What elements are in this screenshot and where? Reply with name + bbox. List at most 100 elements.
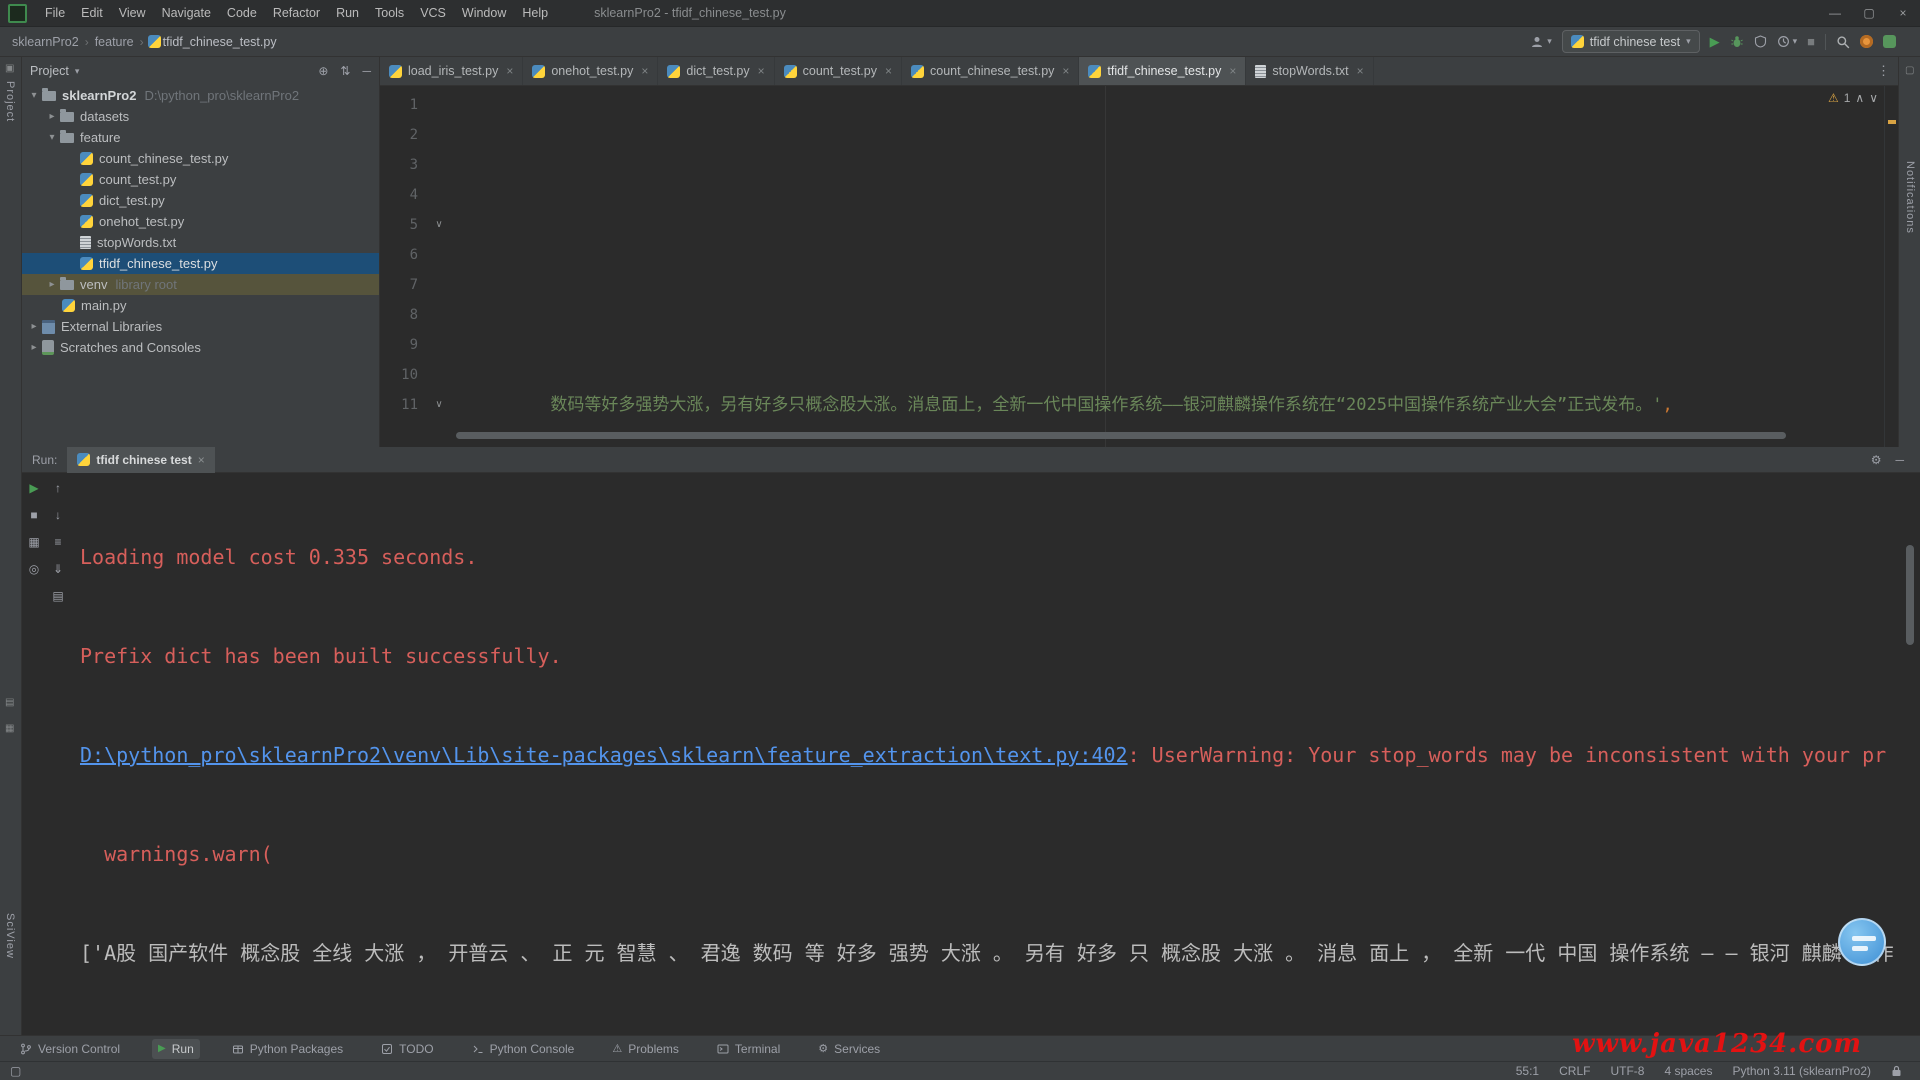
- layers-icon[interactable]: ▦: [5, 723, 14, 734]
- toolwindow-run[interactable]: ▶ Run: [152, 1039, 200, 1059]
- up-stack-trace-icon[interactable]: ↑: [55, 481, 61, 495]
- toolwindow-python-console[interactable]: Python Console: [466, 1039, 581, 1059]
- pin-tab-icon[interactable]: ◎: [29, 562, 39, 576]
- breadcrumb-folder[interactable]: feature: [93, 35, 136, 49]
- tab-stopwords[interactable]: stopWords.txt ×: [1246, 57, 1373, 85]
- updates-icon[interactable]: [1860, 35, 1873, 48]
- prev-warning-icon[interactable]: ∧: [1855, 91, 1864, 105]
- tree-item-dict-test[interactable]: dict_test.py: [22, 190, 379, 211]
- next-warning-icon[interactable]: ∨: [1869, 91, 1878, 105]
- maximize-button[interactable]: ▢: [1852, 6, 1886, 20]
- print-icon[interactable]: ▤: [52, 589, 63, 603]
- tree-item-venv[interactable]: ▸ venv library root: [22, 274, 379, 295]
- file-link[interactable]: D:\python_pro\sklearnPro2\venv\Lib\site-…: [80, 743, 1128, 767]
- close-icon[interactable]: ×: [1357, 64, 1364, 78]
- menu-file[interactable]: File: [37, 6, 73, 20]
- tree-item-onehot-test[interactable]: onehot_test.py: [22, 211, 379, 232]
- breadcrumb-project[interactable]: sklearnPro2: [10, 35, 81, 49]
- settings-gear-icon[interactable]: ⚙: [1871, 453, 1882, 467]
- plugin-icon[interactable]: [1883, 35, 1896, 48]
- notifications-strip-button[interactable]: Notifications: [1904, 161, 1916, 234]
- menu-run[interactable]: Run: [328, 6, 367, 20]
- locate-icon[interactable]: ⊕: [318, 64, 328, 78]
- line-separator[interactable]: CRLF: [1559, 1064, 1590, 1078]
- debug-button[interactable]: [1730, 35, 1744, 48]
- close-icon[interactable]: ×: [641, 64, 648, 78]
- soft-wrap-icon[interactable]: ≡: [54, 535, 61, 549]
- menu-vcs[interactable]: VCS: [412, 6, 454, 20]
- tab-count-test[interactable]: count_test.py ×: [775, 57, 902, 85]
- chevron-right-icon[interactable]: ▸: [44, 279, 60, 290]
- tree-item-tfidf-chinese-test[interactable]: tfidf_chinese_test.py: [22, 253, 379, 274]
- toolwindow-terminal[interactable]: Terminal: [711, 1039, 786, 1059]
- toolwindow-version-control[interactable]: Version Control: [14, 1039, 126, 1059]
- more-tabs-icon[interactable]: ⋮: [1869, 57, 1898, 85]
- chevron-down-icon[interactable]: ▾: [44, 132, 60, 143]
- down-stack-trace-icon[interactable]: ↓: [55, 508, 61, 522]
- console-output[interactable]: Loading model cost 0.335 seconds. Prefix…: [70, 473, 1920, 1035]
- tree-item-scratches[interactable]: ▸ Scratches and Consoles: [22, 337, 379, 358]
- file-encoding[interactable]: UTF-8: [1610, 1064, 1644, 1078]
- profiler-button[interactable]: ▾: [1777, 35, 1798, 48]
- menu-code[interactable]: Code: [219, 6, 265, 20]
- chevron-right-icon[interactable]: ▸: [26, 321, 42, 332]
- menu-view[interactable]: View: [111, 6, 154, 20]
- tab-tfidf-chinese-test[interactable]: tfidf_chinese_test.py ×: [1079, 57, 1246, 85]
- code-with-me-button[interactable]: ▾: [1530, 35, 1552, 49]
- bookmark-icon[interactable]: ▤: [5, 697, 14, 708]
- search-everywhere-button[interactable]: [1836, 35, 1850, 49]
- chevron-right-icon[interactable]: ▸: [44, 111, 60, 122]
- lock-icon[interactable]: [1891, 1065, 1902, 1077]
- menu-help[interactable]: Help: [514, 6, 556, 20]
- bell-icon[interactable]: ▢: [1905, 65, 1914, 76]
- status-corner-icon[interactable]: ▢: [10, 1064, 21, 1078]
- project-strip-button[interactable]: Project: [4, 81, 16, 122]
- tab-dict-test[interactable]: dict_test.py ×: [658, 57, 774, 85]
- python-interpreter[interactable]: Python 3.11 (sklearnPro2): [1732, 1064, 1871, 1078]
- run-button[interactable]: ▶: [1710, 35, 1720, 49]
- close-icon[interactable]: ×: [1062, 64, 1069, 78]
- minimize-button[interactable]: —: [1818, 6, 1852, 20]
- close-icon[interactable]: ×: [1229, 64, 1236, 78]
- tree-item-main[interactable]: main.py: [22, 295, 379, 316]
- warning-stripe-mark[interactable]: [1888, 120, 1896, 124]
- chevron-right-icon[interactable]: ▸: [26, 342, 42, 353]
- fold-marker-icon[interactable]: ∨: [433, 390, 445, 420]
- menu-edit[interactable]: Edit: [73, 6, 111, 20]
- tree-item-stopwords[interactable]: stopWords.txt: [22, 232, 379, 253]
- hide-panel-icon[interactable]: ─: [1895, 453, 1904, 467]
- tab-load-iris-test[interactable]: load_iris_test.py ×: [380, 57, 523, 85]
- stop-button[interactable]: ■: [30, 508, 37, 522]
- tree-item-count-chinese-test[interactable]: count_chinese_test.py: [22, 148, 379, 169]
- coverage-button[interactable]: [1754, 35, 1767, 48]
- breadcrumb-file[interactable]: tfidf_chinese_test.py: [161, 35, 279, 49]
- tree-item-count-test[interactable]: count_test.py: [22, 169, 379, 190]
- rerun-button[interactable]: ▶: [29, 481, 38, 495]
- scroll-to-end-icon[interactable]: ⇓: [53, 562, 63, 576]
- horizontal-scrollbar[interactable]: [456, 432, 1786, 439]
- menu-refactor[interactable]: Refactor: [265, 6, 328, 20]
- close-icon[interactable]: ×: [885, 64, 892, 78]
- close-icon[interactable]: ×: [198, 453, 205, 467]
- menu-tools[interactable]: Tools: [367, 6, 412, 20]
- tree-item-external-libraries[interactable]: ▸ External Libraries: [22, 316, 379, 337]
- tree-item-datasets[interactable]: ▸ datasets: [22, 106, 379, 127]
- close-icon[interactable]: ×: [758, 64, 765, 78]
- run-configuration-select[interactable]: tfidf chinese test ▾: [1562, 30, 1700, 53]
- menu-window[interactable]: Window: [454, 6, 514, 20]
- tree-item-feature[interactable]: ▾ feature: [22, 127, 379, 148]
- toolwindow-todo[interactable]: TODO: [375, 1039, 439, 1059]
- fold-marker-icon[interactable]: ∨: [433, 210, 445, 240]
- vertical-scrollbar[interactable]: [1906, 545, 1914, 645]
- toolwindow-services[interactable]: ⚙ Services: [812, 1039, 886, 1059]
- menu-navigate[interactable]: Navigate: [154, 6, 219, 20]
- project-panel-title[interactable]: Project: [30, 64, 69, 78]
- run-tab[interactable]: tfidf chinese test ×: [67, 447, 214, 473]
- stop-button[interactable]: ■: [1807, 35, 1815, 49]
- toolwindow-problems[interactable]: ⚠ Problems: [606, 1039, 685, 1059]
- restore-layout-icon[interactable]: ▦: [28, 535, 39, 549]
- chevron-down-icon[interactable]: ▾: [26, 90, 42, 101]
- indent-setting[interactable]: 4 spaces: [1664, 1064, 1712, 1078]
- sciview-strip-button[interactable]: SciView: [4, 913, 16, 959]
- toolwindow-python-packages[interactable]: Python Packages: [226, 1039, 349, 1059]
